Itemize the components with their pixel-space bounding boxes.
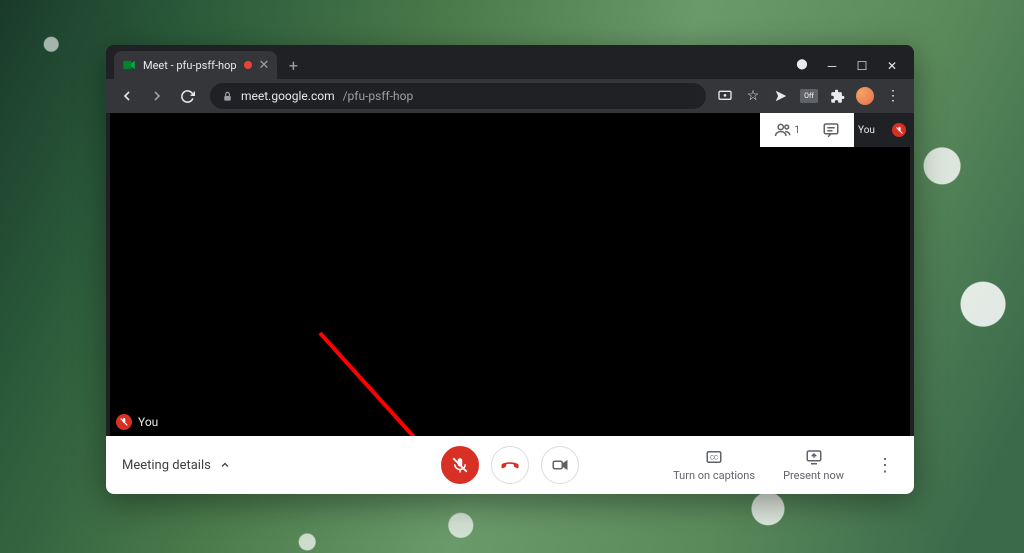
browser-menu-button[interactable]: ⋮	[884, 87, 902, 105]
lock-icon	[222, 91, 233, 102]
browser-titlebar: Meet - pfu-psff-hop ✕ + ⬤ ─ ☐ ✕	[106, 45, 914, 79]
camera-toggle-button[interactable]	[541, 446, 579, 484]
self-thumbnail-label: You	[858, 125, 875, 136]
right-actions: CC Turn on captions Present now ⋮	[673, 448, 898, 482]
participants-button[interactable]: 1	[774, 121, 800, 139]
extension-tag-icon[interactable]	[772, 87, 790, 105]
microphone-toggle-button[interactable]	[441, 446, 479, 484]
video-area: 1 You You	[110, 113, 910, 436]
captions-button[interactable]: CC Turn on captions	[673, 448, 755, 482]
chevron-up-icon	[219, 459, 231, 471]
back-button[interactable]	[114, 83, 140, 109]
window-controls: ⬤ ─ ☐ ✕	[794, 59, 914, 79]
captions-label: Turn on captions	[673, 469, 755, 482]
profile-avatar[interactable]	[856, 87, 874, 105]
present-button[interactable]: Present now	[783, 448, 844, 482]
mic-muted-icon	[116, 414, 132, 430]
minimize-button[interactable]: ─	[824, 59, 840, 73]
new-tab-button[interactable]: +	[281, 56, 305, 75]
recording-indicator-icon	[244, 61, 252, 69]
panel-controls: 1	[760, 113, 854, 147]
self-video-badge: You	[116, 414, 158, 430]
browser-tab[interactable]: Meet - pfu-psff-hop ✕	[114, 51, 277, 79]
extension-off-icon[interactable]: Off	[800, 89, 818, 103]
svg-text:CC: CC	[710, 454, 718, 461]
settings-dot-icon[interactable]: ⬤	[794, 59, 810, 73]
hangup-button[interactable]	[491, 446, 529, 484]
tab-title: Meet - pfu-psff-hop	[143, 59, 237, 72]
url-host: meet.google.com	[241, 89, 335, 103]
bottom-bar: Meeting details CC Turn o	[106, 436, 914, 494]
page-content: 1 You You	[106, 113, 914, 494]
chat-button[interactable]	[822, 121, 840, 139]
extensions-puzzle-icon[interactable]	[828, 87, 846, 105]
bookmark-star-icon[interactable]: ☆	[744, 87, 762, 105]
url-path: /pfu-psff-hop	[343, 89, 414, 103]
self-thumbnail[interactable]: You	[854, 113, 910, 147]
reload-button[interactable]	[174, 83, 200, 109]
browser-toolbar: meet.google.com/pfu-psff-hop ☆ Off ⋮	[106, 79, 914, 113]
meeting-details-label: Meeting details	[122, 458, 211, 473]
close-window-button[interactable]: ✕	[884, 59, 900, 73]
browser-window: Meet - pfu-psff-hop ✕ + ⬤ ─ ☐ ✕ meet.goo…	[106, 45, 914, 494]
maximize-button[interactable]: ☐	[854, 59, 870, 73]
mic-muted-icon	[892, 123, 906, 137]
cast-icon[interactable]	[716, 87, 734, 105]
participant-count: 1	[794, 125, 800, 136]
extension-icons: ☆ Off ⋮	[716, 87, 906, 105]
more-options-button[interactable]: ⋮	[872, 455, 898, 476]
forward-button[interactable]	[144, 83, 170, 109]
call-controls	[441, 446, 579, 484]
address-bar[interactable]: meet.google.com/pfu-psff-hop	[210, 83, 706, 109]
meet-favicon-icon	[122, 58, 136, 72]
present-label: Present now	[783, 469, 844, 482]
meeting-details-button[interactable]: Meeting details	[122, 458, 231, 473]
tab-close-button[interactable]: ✕	[259, 59, 270, 72]
self-video-label: You	[138, 415, 158, 429]
top-right-panel: 1 You	[760, 113, 910, 147]
